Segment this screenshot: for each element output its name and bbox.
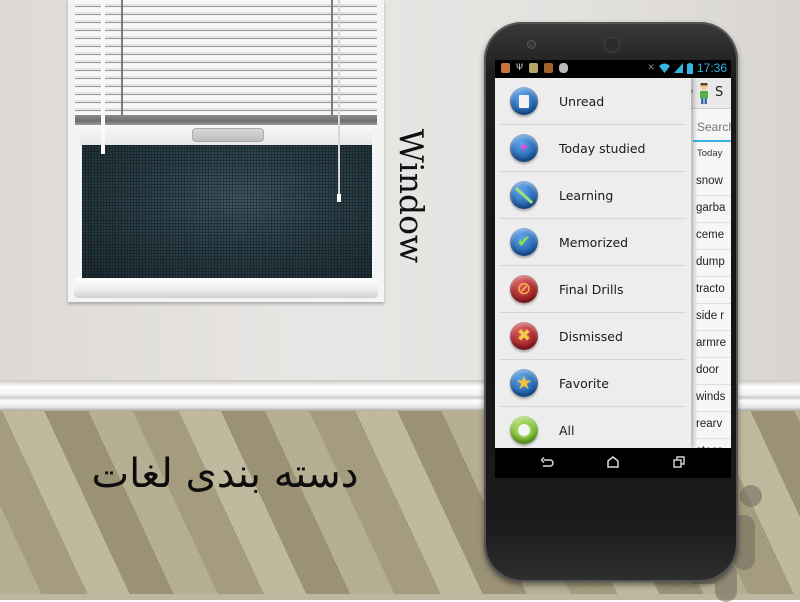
star-icon: ★ [510,369,538,397]
app-notification-icon [529,63,538,73]
status-bar: Ψ ✕ 17:36 [495,60,731,78]
drawer-item-label: Unread [559,93,605,109]
drawer-item-label: Dismissed [559,328,623,344]
signal-icon [673,63,683,73]
word-list-item[interactable]: snow [695,168,731,196]
earpiece [604,37,620,53]
drawer-item-label: All [559,422,575,438]
drawer-item-final-drills[interactable]: ⊘ Final Drills [500,266,686,313]
document-icon [510,87,538,115]
mute-icon: ✕ [647,63,655,73]
pin-icon: ✦ [510,134,538,162]
drawer-item-unread[interactable]: Unread [500,78,686,125]
system-nav-bar [495,448,731,478]
drawer-item-all[interactable]: All [500,407,686,453]
blind-cord-tassel [337,194,341,202]
window-sill [74,278,378,298]
checkmark-icon: ✔ [510,228,538,256]
book-icon [544,63,553,73]
drawer-item-label: Final Drills [559,281,624,297]
action-bar-title: S [715,85,724,100]
word-list-item[interactable]: door [695,357,731,385]
word-list-item[interactable]: armre [695,330,731,358]
prohibited-icon: ⊘ [510,275,538,303]
app-notification-icon [501,63,510,73]
system-icons: ✕ 17:36 [647,61,727,75]
word-list-panel: ‹ S Today snow garba ceme dump tracto si… [687,78,731,466]
notification-icons: Ψ [501,63,568,73]
app-avatar-icon[interactable] [697,82,711,104]
search-field[interactable] [693,114,731,142]
phone-screen: Ψ ✕ 17:36 Unread ✦ Today studied Learnin… [495,60,731,478]
navigation-drawer: Unread ✦ Today studied Learning ✔ Memori… [495,78,691,448]
status-clock: 17:36 [696,61,727,75]
front-camera [527,40,536,49]
persian-caption: دسته بندی لغات [91,451,359,497]
drawer-item-label: Today studied [559,140,646,156]
pencil-icon [510,181,538,209]
all-icon [510,416,538,444]
back-icon[interactable] [541,457,554,468]
blind-ladder [331,0,333,115]
window-glass [82,144,372,278]
android-debug-icon [559,63,568,73]
blind-cord-right [338,0,340,196]
word-list-item[interactable]: tracto [695,276,731,304]
window-label: Window [392,128,431,264]
word-list-item[interactable]: side r [695,303,731,331]
blind-ladder [121,0,123,115]
home-icon[interactable] [607,456,619,468]
window-handle [192,128,264,142]
blind-cord-left [101,0,105,154]
recents-icon[interactable] [673,456,685,468]
wifi-icon [658,63,670,73]
drawer-item-favorite[interactable]: ★ Favorite [500,360,686,407]
drawer-item-label: Favorite [559,375,609,391]
word-list-item[interactable]: winds [695,384,731,412]
drawer-item-today-studied[interactable]: ✦ Today studied [500,125,686,172]
usb-icon: Ψ [516,63,524,73]
drawer-item-memorized[interactable]: ✔ Memorized [500,219,686,266]
action-bar: ‹ S [687,78,731,109]
watermark-strip [0,594,800,600]
drawer-item-label: Learning [559,187,614,203]
battery-icon [686,62,693,74]
word-list-item[interactable]: rearv [695,411,731,439]
word-list-item[interactable]: garba [695,195,731,223]
drawer-item-label: Memorized [559,234,629,250]
drawer-item-dismissed[interactable]: ✖ Dismissed [500,313,686,360]
word-list-item[interactable]: ceme [695,222,731,250]
x-icon: ✖ [510,322,538,350]
section-header: Today [697,148,723,159]
drawer-item-learning[interactable]: Learning [500,172,686,219]
blinds-bottom-bar [75,115,377,125]
word-list-item[interactable]: dump [695,249,731,277]
search-input[interactable] [693,114,731,134]
